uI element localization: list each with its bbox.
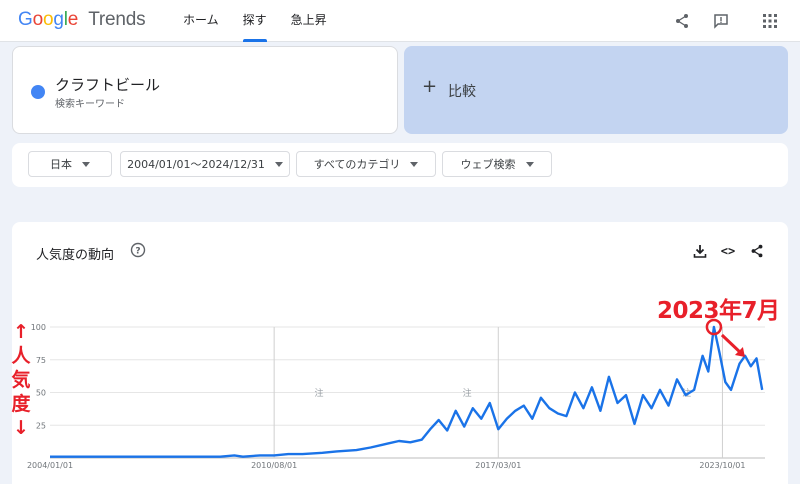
annotation-char-3: 度 — [11, 393, 31, 415]
interest-chart: 100755025 2004/01/01 2010/08/01 2017/03/01… — [27, 318, 765, 470]
x-tick-label: 2023/10/01 — [699, 461, 745, 470]
peak-arrow — [720, 333, 745, 357]
y-tick-label: 25 — [36, 421, 46, 430]
annotation-down-arrow: ↓ — [13, 417, 29, 439]
x-tick-label: 2004/01/01 — [27, 461, 73, 470]
y-tick-label: 50 — [36, 389, 46, 398]
annotation-char-2: 気 — [11, 369, 31, 391]
annotation-up-arrow: ↑ — [13, 321, 29, 343]
x-tick-label: 2017/03/01 — [475, 461, 521, 470]
peak-date-annotation: 2023年7月 — [657, 298, 780, 324]
series-line-craft-beer — [50, 325, 764, 458]
annotation-char-1: 人 — [11, 345, 31, 367]
note-marker: 注 — [463, 387, 472, 399]
x-axis-labels: 2004/01/01 2010/08/01 2017/03/01 2023/10/01 — [27, 461, 746, 470]
popularity-annotation: ↑ 人 気 度 ↓ — [8, 320, 34, 440]
y-tick-label: 75 — [36, 356, 46, 365]
x-tick-label: 2010/08/01 — [251, 461, 297, 470]
note-marker: 注 — [314, 387, 323, 399]
